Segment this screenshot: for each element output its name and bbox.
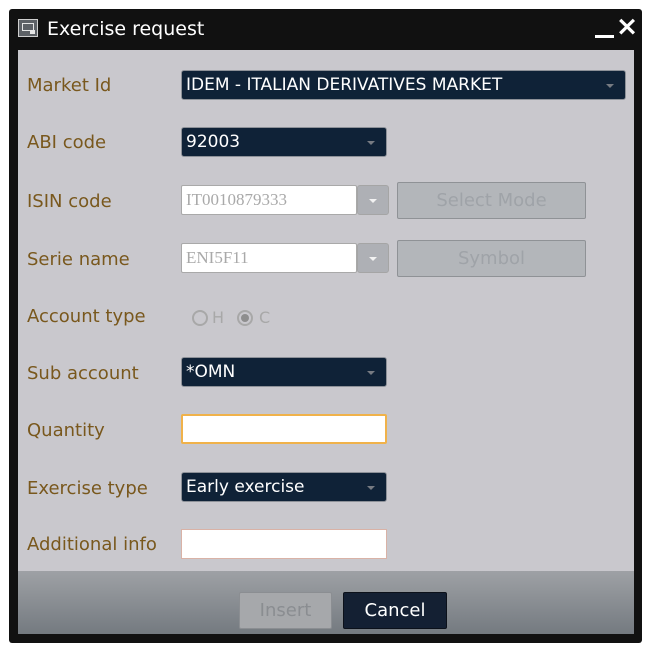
close-icon[interactable]: × [615,13,639,40]
window-title: Exercise request [47,18,205,40]
select-mode-button: Select Mode [397,182,586,219]
serie-name-value: ENI5F11 [186,248,249,267]
chevron-down-icon [369,199,377,203]
sub-account-label: Sub account [27,363,139,384]
serie-name-label: Serie name [27,249,130,270]
chevron-down-icon [369,257,377,261]
chevron-down-icon [367,486,375,490]
form-panel: Market Id IDEM - ITALIAN DERIVATIVES MAR… [18,50,634,571]
minimize-icon[interactable] [595,27,614,38]
serie-name-field: ENI5F11 [181,243,357,273]
abi-code-select[interactable]: 92003 [181,127,387,157]
symbol-button: Symbol [397,240,586,277]
exercise-type-label: Exercise type [27,478,148,499]
additional-info-input[interactable] [181,529,387,559]
isin-code-value: IT0010879333 [186,190,288,209]
exercise-type-select[interactable]: Early exercise [181,472,387,502]
chevron-down-icon [367,371,375,375]
account-type-c-radio [237,310,253,326]
terminal-window-icon [18,19,38,37]
market-id-value: IDEM - ITALIAN DERIVATIVES MARKET [186,75,503,95]
market-id-label: Market Id [27,75,112,96]
exercise-request-window: Exercise request × Market Id IDEM - ITAL… [9,9,642,643]
account-type-c-label: C [259,308,271,327]
account-type-h-radio [192,310,208,326]
abi-code-value: 92003 [186,132,241,152]
title-bar: Exercise request × [9,9,642,50]
isin-code-label: ISIN code [27,191,112,212]
additional-info-label: Additional info [27,534,157,555]
sub-account-select[interactable]: *OMN [181,357,387,387]
button-bar: Insert Cancel [18,571,634,634]
chevron-down-icon [367,141,375,145]
account-type-h-label: H [212,308,225,327]
exercise-type-value: Early exercise [186,477,305,497]
cancel-button[interactable]: Cancel [343,592,447,629]
insert-button: Insert [239,592,332,629]
isin-code-dropdown-button [357,185,389,215]
market-id-select[interactable]: IDEM - ITALIAN DERIVATIVES MARKET [181,70,626,100]
quantity-input[interactable] [181,414,387,444]
isin-code-field: IT0010879333 [181,185,357,215]
sub-account-value: *OMN [186,362,236,382]
abi-code-label: ABI code [27,132,107,153]
quantity-label: Quantity [27,420,105,441]
serie-name-dropdown-button [357,243,389,273]
account-type-label: Account type [27,306,146,327]
chevron-down-icon [606,84,614,88]
